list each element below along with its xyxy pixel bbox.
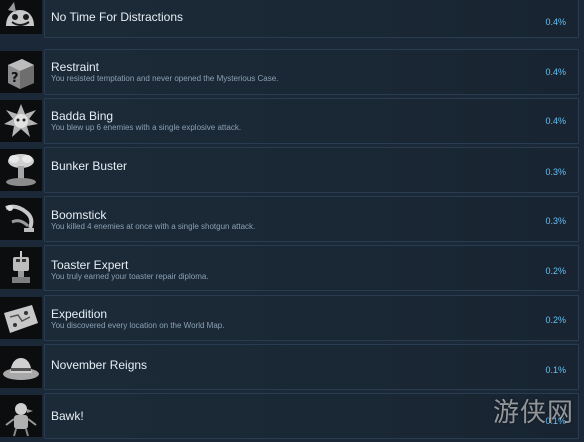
achievement-row[interactable]: Bunker Buster 0.3%	[0, 147, 584, 196]
achievement-title: Bawk!	[51, 409, 84, 423]
fedora-hat-icon	[0, 346, 42, 388]
mystery-box-icon: ?	[0, 51, 42, 93]
watermark: 游侠网	[492, 398, 574, 428]
achievement-list: No Time For Distractions 0.4% ? Restrain…	[0, 0, 584, 439]
achievement-percent: 0.1%	[545, 365, 566, 375]
achievement-panel: No Time For Distractions 0.4%	[44, 0, 579, 38]
achievement-percent: 0.4%	[545, 17, 566, 27]
achievement-row[interactable]: No Time For Distractions 0.4%	[0, 0, 584, 41]
map-icon	[0, 297, 42, 339]
achievement-percent: 0.4%	[545, 67, 566, 77]
achievement-title: Bunker Buster	[51, 159, 128, 173]
achievement-panel: Toaster Expert You truly earned your toa…	[44, 245, 579, 291]
chicken-robot-icon	[0, 395, 42, 437]
achievement-panel: Badda Bing You blew up 6 enemies with a …	[44, 98, 579, 144]
achievement-percent: 0.3%	[545, 216, 566, 226]
achievement-description: You blew up 6 enemies with a single expl…	[51, 123, 242, 132]
cartoon-dog-icon	[0, 0, 42, 34]
achievement-panel: Restraint You resisted temptation and ne…	[44, 49, 579, 95]
achievement-row[interactable]: Boomstick You killed 4 enemies at once w…	[0, 196, 584, 245]
achievement-panel: November Reigns 0.1%	[44, 344, 579, 390]
achievement-title: No Time For Distractions	[51, 10, 184, 24]
achievement-title: Boomstick	[51, 208, 107, 222]
explosion-icon	[0, 100, 42, 142]
achievement-description: You killed 4 enemies at once with a sing…	[51, 222, 256, 231]
mushroom-cloud-icon	[0, 149, 42, 191]
achievement-description: You resisted temptation and never opened…	[51, 74, 279, 83]
achievement-panel: Expedition You discovered every location…	[44, 295, 579, 341]
svg-text:?: ?	[11, 71, 19, 86]
achievement-row[interactable]: ? Restraint You resisted temptation and …	[0, 49, 584, 98]
toaster-robot-icon	[0, 247, 42, 289]
achievement-percent: 0.2%	[545, 266, 566, 276]
achievement-row[interactable]: Badda Bing You blew up 6 enemies with a …	[0, 98, 584, 147]
achievement-percent: 0.2%	[545, 315, 566, 325]
achievement-row[interactable]: November Reigns 0.1%	[0, 344, 584, 393]
achievement-percent: 0.4%	[545, 116, 566, 126]
achievement-title: November Reigns	[51, 358, 148, 372]
achievement-description: You truly earned your toaster repair dip…	[51, 272, 209, 281]
achievement-title: Restraint	[51, 60, 100, 74]
achievement-title: Badda Bing	[51, 109, 114, 123]
achievement-description: You discovered every location on the Wor…	[51, 321, 225, 330]
achievement-panel: Boomstick You killed 4 enemies at once w…	[44, 196, 579, 242]
achievement-title: Expedition	[51, 307, 108, 321]
achievement-row[interactable]: Toaster Expert You truly earned your toa…	[0, 245, 584, 294]
achievement-title: Toaster Expert	[51, 258, 129, 272]
achievement-percent: 0.3%	[545, 167, 566, 177]
achievement-row[interactable]: Expedition You discovered every location…	[0, 295, 584, 344]
achievement-panel: Bunker Buster 0.3%	[44, 147, 579, 193]
shotgun-icon	[0, 198, 42, 240]
